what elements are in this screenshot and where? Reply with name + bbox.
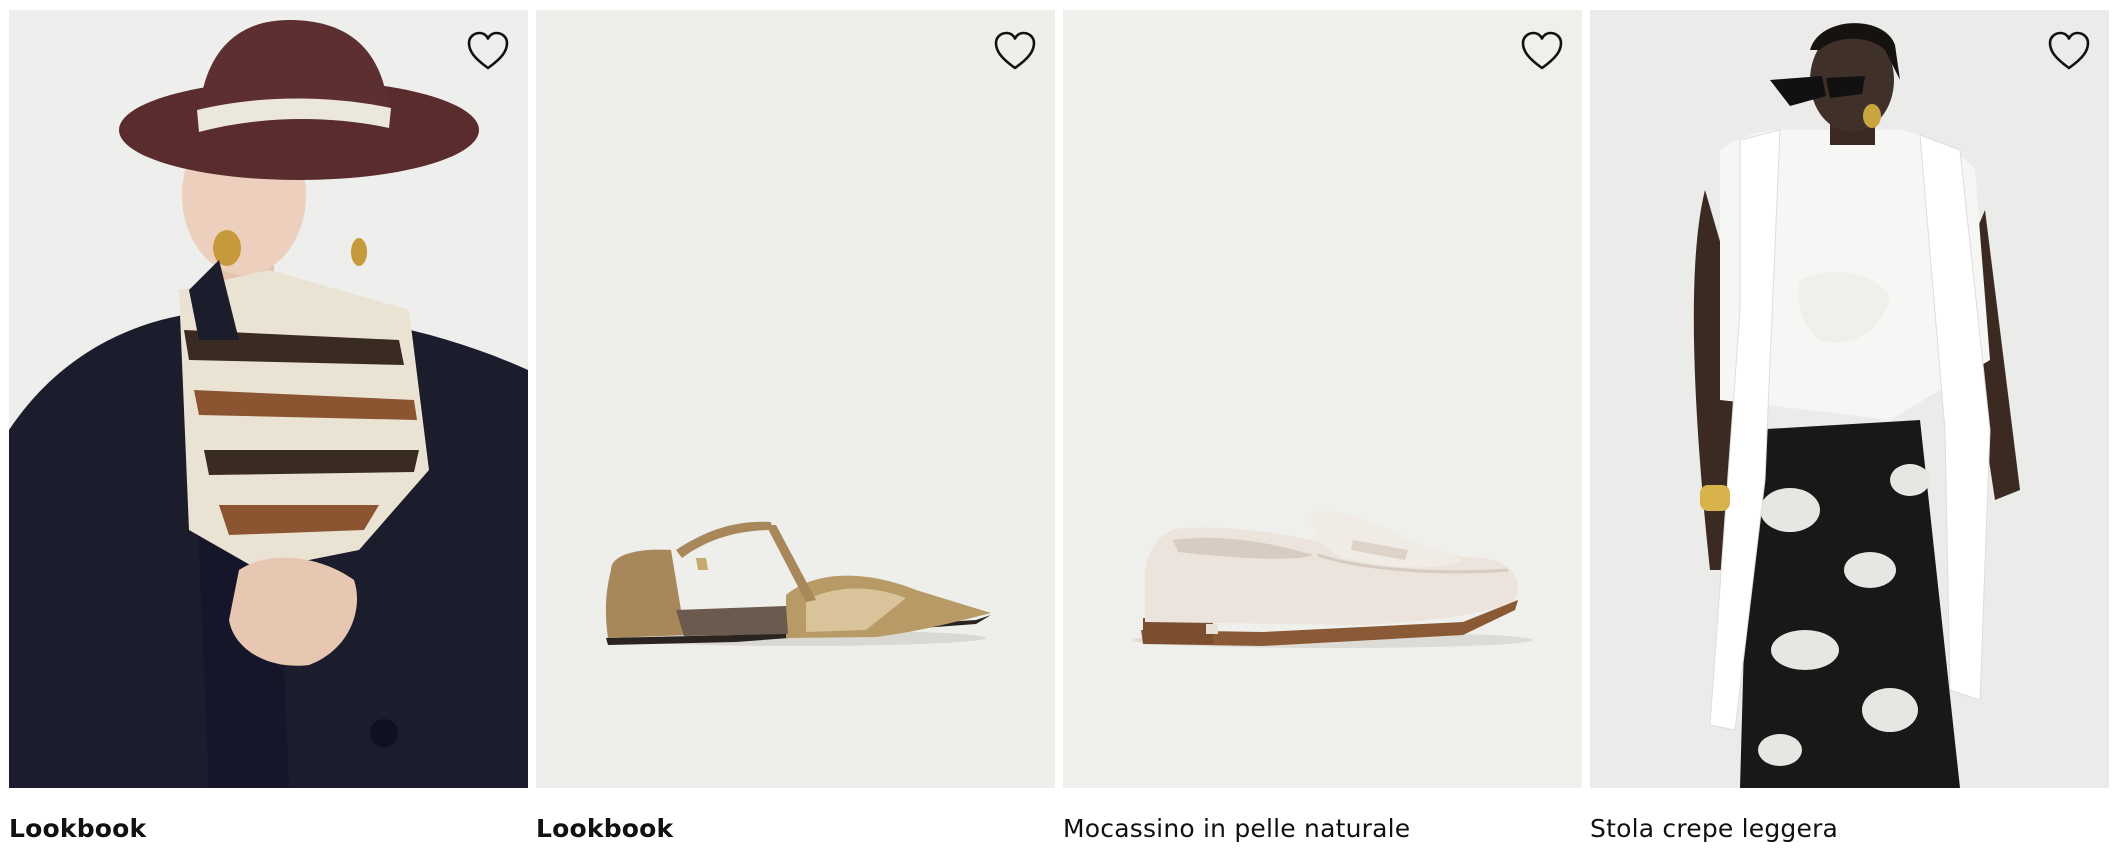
wishlist-button[interactable] — [466, 30, 510, 72]
product-title[interactable]: Lookbook — [9, 814, 528, 844]
product-card[interactable]: Lookbook — [9, 10, 528, 844]
wishlist-button[interactable] — [1520, 30, 1564, 72]
product-title[interactable]: Mocassino in pelle naturale — [1063, 814, 1582, 844]
heart-outline-icon — [467, 31, 509, 70]
product-grid: Lookbook Lookbook Mocassino in pelle nat… — [0, 0, 2112, 852]
heart-outline-icon — [2048, 31, 2090, 70]
product-image[interactable] — [9, 10, 528, 788]
lookbook-hat-scarf-image — [9, 10, 528, 788]
product-image[interactable] — [536, 10, 1055, 788]
product-title[interactable]: Lookbook — [536, 814, 1055, 844]
heart-outline-icon — [1521, 31, 1563, 70]
product-title[interactable]: Stola crepe leggera — [1590, 814, 2109, 844]
product-card[interactable]: Stola crepe leggera — [1590, 10, 2109, 844]
metallic-flat-shoe-image — [536, 10, 1055, 788]
product-image[interactable] — [1063, 10, 1582, 788]
product-image[interactable] — [1590, 10, 2109, 788]
heart-outline-icon — [994, 31, 1036, 70]
product-card[interactable]: Mocassino in pelle naturale — [1063, 10, 1582, 844]
cream-loafer-image — [1063, 10, 1582, 788]
white-stole-model-image — [1590, 10, 2109, 788]
product-card[interactable]: Lookbook — [536, 10, 1055, 844]
wishlist-button[interactable] — [993, 30, 1037, 72]
wishlist-button[interactable] — [2047, 30, 2091, 72]
